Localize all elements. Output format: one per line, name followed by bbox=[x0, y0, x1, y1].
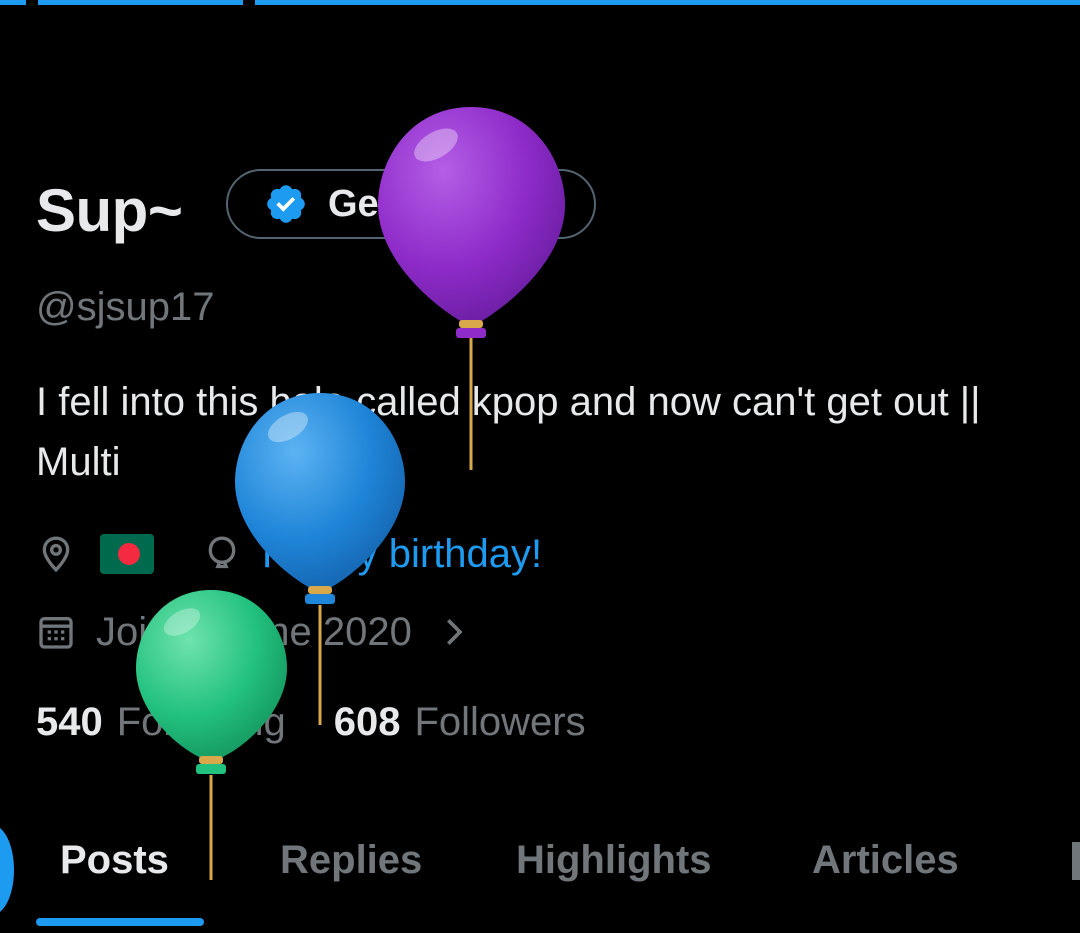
joined-row[interactable]: Joined June 2020 bbox=[36, 604, 470, 660]
tab-articles[interactable]: Articles bbox=[812, 838, 959, 883]
balloon-icon bbox=[208, 536, 236, 569]
bangladesh-flag-icon bbox=[100, 534, 154, 574]
verified-badge-icon bbox=[267, 185, 305, 223]
tab-media-partial[interactable] bbox=[1072, 842, 1080, 880]
following-count: 540 bbox=[36, 700, 103, 744]
joined-date: Joined June 2020 bbox=[96, 609, 412, 654]
profile-bio: I fell into this hole called kpop and no… bbox=[36, 380, 981, 484]
profile-name: Sup~ bbox=[36, 177, 183, 244]
following-label: Following bbox=[116, 700, 286, 744]
active-tab-indicator bbox=[36, 918, 204, 926]
progress-segment bbox=[255, 0, 1080, 5]
get-verified-label: Get verified bbox=[328, 182, 538, 225]
follow-stats: 540 Following 608 Followers bbox=[36, 700, 586, 745]
tab-posts[interactable]: Posts bbox=[60, 838, 169, 883]
location-pin-icon bbox=[42, 536, 70, 573]
progress-segment bbox=[0, 0, 26, 5]
chevron-right-icon bbox=[446, 619, 463, 645]
birthday-link[interactable]: Happy birthday! bbox=[262, 532, 542, 577]
followers-count: 608 bbox=[333, 700, 401, 744]
profile-meta-row: Happy birthday! bbox=[36, 526, 542, 582]
profile-handle: @sjsup17 bbox=[36, 285, 215, 329]
progress-segment bbox=[38, 0, 243, 5]
profile-tabs: Posts Replies Highlights Articles bbox=[0, 830, 1080, 900]
followers-stat[interactable]: 608 Followers bbox=[334, 700, 586, 745]
get-verified-button[interactable]: Get verified bbox=[226, 169, 596, 239]
followers-label: Followers bbox=[414, 700, 586, 744]
following-stat[interactable]: 540 Following bbox=[36, 700, 286, 745]
tab-replies[interactable]: Replies bbox=[280, 838, 422, 883]
calendar-icon bbox=[39, 617, 73, 649]
tab-highlights[interactable]: Highlights bbox=[516, 838, 712, 883]
top-progress-bar bbox=[0, 0, 1080, 6]
